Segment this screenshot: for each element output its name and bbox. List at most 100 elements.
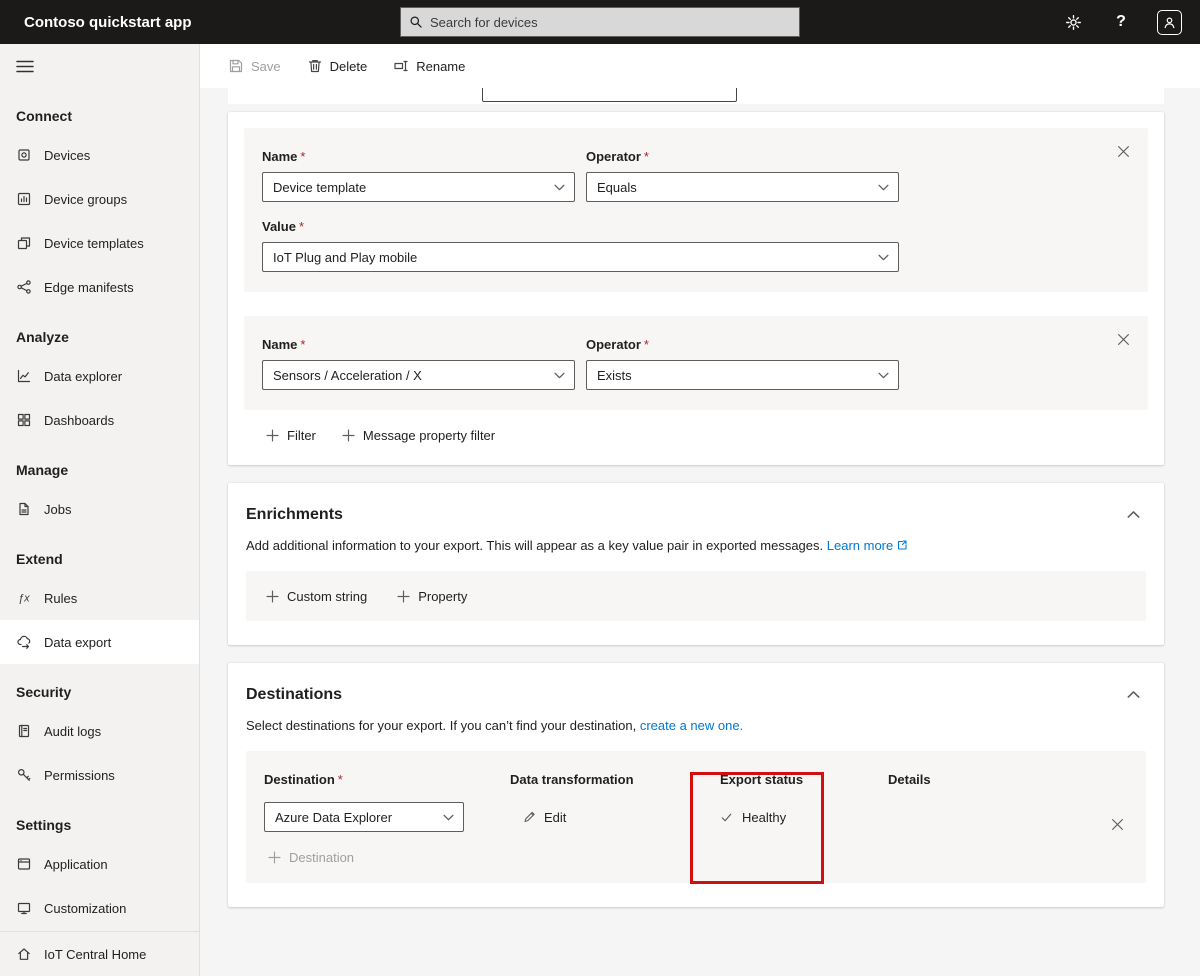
filter-name-dropdown[interactable]: Device template: [262, 172, 575, 202]
required-asterisk: *: [644, 337, 649, 352]
chevron-down-icon: [554, 184, 565, 191]
remove-destination-button[interactable]: [1104, 811, 1130, 837]
close-icon: [1111, 818, 1124, 831]
required-asterisk: *: [300, 149, 305, 164]
clipped-dropdown[interactable]: [482, 88, 737, 102]
add-custom-string-button[interactable]: Custom string: [266, 589, 367, 604]
add-destination-label: Destination: [289, 850, 354, 865]
collapse-destinations-button[interactable]: [1120, 683, 1146, 705]
destinations-description-text: Select destinations for your export. If …: [246, 718, 636, 733]
sidebar-item-dashboards[interactable]: Dashboards: [0, 398, 199, 442]
save-button[interactable]: Save: [228, 58, 281, 74]
iot-central-home-icon: [16, 946, 32, 962]
topbar: Contoso quickstart app ?: [0, 0, 1200, 44]
add-message-property-filter-button[interactable]: Message property filter: [342, 428, 495, 443]
application-icon: [16, 856, 32, 872]
hamburger-menu-button[interactable]: [0, 44, 199, 88]
check-icon: [720, 811, 733, 824]
sidebar-item-label: Data export: [44, 635, 111, 650]
trash-icon: [307, 58, 323, 74]
plus-icon: [342, 429, 355, 442]
sidebar-item-device-templates[interactable]: Device templates: [0, 221, 199, 265]
data-explorer-icon: [16, 368, 32, 384]
sidebar-item-iot-central-home[interactable]: IoT Central Home: [0, 932, 199, 976]
edit-transformation-button[interactable]: Edit: [522, 810, 566, 825]
add-custom-string-label: Custom string: [287, 589, 367, 604]
search-input[interactable]: [430, 15, 791, 30]
enrichments-description-text: Add additional information to your expor…: [246, 538, 823, 553]
sidebar-item-devices[interactable]: Devices: [0, 133, 199, 177]
destination-column-header: Destination*: [264, 771, 510, 788]
collapse-enrichments-button[interactable]: [1120, 503, 1146, 525]
account-avatar-button[interactable]: [1148, 0, 1190, 44]
sidebar-item-edge-manifests[interactable]: Edge manifests: [0, 265, 199, 309]
sidebar-item-rules[interactable]: ƒx Rules: [0, 576, 199, 620]
destination-column-headers: Destination* Data transformation Export …: [264, 771, 1128, 788]
sidebar-item-data-export[interactable]: Data export: [0, 620, 199, 664]
help-button[interactable]: ?: [1100, 0, 1142, 44]
value-field-label: Value*: [262, 218, 899, 235]
chevron-down-icon: [443, 814, 454, 821]
learn-more-link[interactable]: Learn more: [827, 538, 893, 553]
filter-operator-dropdown[interactable]: Equals: [586, 172, 899, 202]
add-destination-button[interactable]: Destination: [268, 850, 354, 865]
rename-button[interactable]: Rename: [393, 58, 465, 74]
sidebar-item-label: Audit logs: [44, 724, 101, 739]
permissions-icon: [16, 767, 32, 783]
destinations-description: Select destinations for your export. If …: [246, 717, 1146, 735]
sidebar-item-application[interactable]: Application: [0, 842, 199, 886]
required-asterisk: *: [299, 219, 304, 234]
dropdown-value: IoT Plug and Play mobile: [273, 250, 417, 265]
chevron-down-icon: [878, 372, 889, 379]
sidebar: Connect Devices Device groups: [0, 44, 200, 976]
save-label: Save: [251, 59, 281, 74]
hamburger-icon: [16, 60, 34, 73]
sidebar-item-label: Dashboards: [44, 413, 114, 428]
data-export-icon: [16, 634, 32, 650]
settings-gear-button[interactable]: [1052, 0, 1094, 44]
sidebar-item-jobs[interactable]: Jobs: [0, 487, 199, 531]
filter-row: Name* Device template Operator* Equals: [244, 128, 1148, 292]
sidebar-item-audit-logs[interactable]: Audit logs: [0, 709, 199, 753]
sidebar-section-settings: Settings: [0, 797, 199, 842]
delete-label: Delete: [330, 59, 368, 74]
destination-dropdown[interactable]: Azure Data Explorer: [264, 802, 464, 832]
sidebar-item-data-explorer[interactable]: Data explorer: [0, 354, 199, 398]
sidebar-section-connect: Connect: [0, 88, 199, 133]
destinations-title: Destinations: [246, 684, 1146, 705]
sidebar-item-label: IoT Central Home: [44, 947, 146, 962]
sidebar-item-customization[interactable]: Customization: [0, 886, 199, 930]
sidebar-item-device-groups[interactable]: Device groups: [0, 177, 199, 221]
sidebar-item-label: Device groups: [44, 192, 127, 207]
destination-row-panel: Destination* Data transformation Export …: [246, 751, 1146, 883]
delete-button[interactable]: Delete: [307, 58, 368, 74]
filter-name-dropdown[interactable]: Sensors / Acceleration / X: [262, 360, 575, 390]
add-message-property-filter-label: Message property filter: [363, 428, 495, 443]
add-filter-button[interactable]: Filter: [266, 428, 316, 443]
device-templates-icon: [16, 235, 32, 251]
chevron-down-icon: [554, 372, 565, 379]
sidebar-nav: Connect Devices Device groups: [0, 88, 199, 930]
help-icon: ?: [1116, 13, 1126, 31]
create-new-destination-link[interactable]: create a new one.: [640, 718, 743, 733]
sidebar-item-label: Data explorer: [44, 369, 122, 384]
device-search-box[interactable]: [400, 7, 800, 37]
sidebar-footer: IoT Central Home: [0, 931, 199, 976]
rename-icon: [393, 58, 409, 74]
remove-filter-button[interactable]: [1110, 138, 1136, 164]
scroll-content: Name* Device template Operator* Equals: [200, 88, 1200, 976]
remove-filter-button[interactable]: [1110, 326, 1136, 352]
search-icon: [409, 15, 423, 29]
status-label: Healthy: [742, 810, 786, 825]
dropdown-value: Sensors / Acceleration / X: [273, 368, 422, 383]
sidebar-item-label: Customization: [44, 901, 126, 916]
sidebar-item-label: Permissions: [44, 768, 115, 783]
app-title: Contoso quickstart app: [0, 14, 192, 31]
add-property-button[interactable]: Property: [397, 589, 467, 604]
chevron-up-icon: [1127, 510, 1140, 519]
filter-operator-dropdown[interactable]: Exists: [586, 360, 899, 390]
destinations-card: Destinations Select destinations for you…: [228, 663, 1164, 907]
sidebar-item-permissions[interactable]: Permissions: [0, 753, 199, 797]
data-transformation-column-header: Data transformation: [510, 771, 720, 788]
filter-value-dropdown[interactable]: IoT Plug and Play mobile: [262, 242, 899, 272]
